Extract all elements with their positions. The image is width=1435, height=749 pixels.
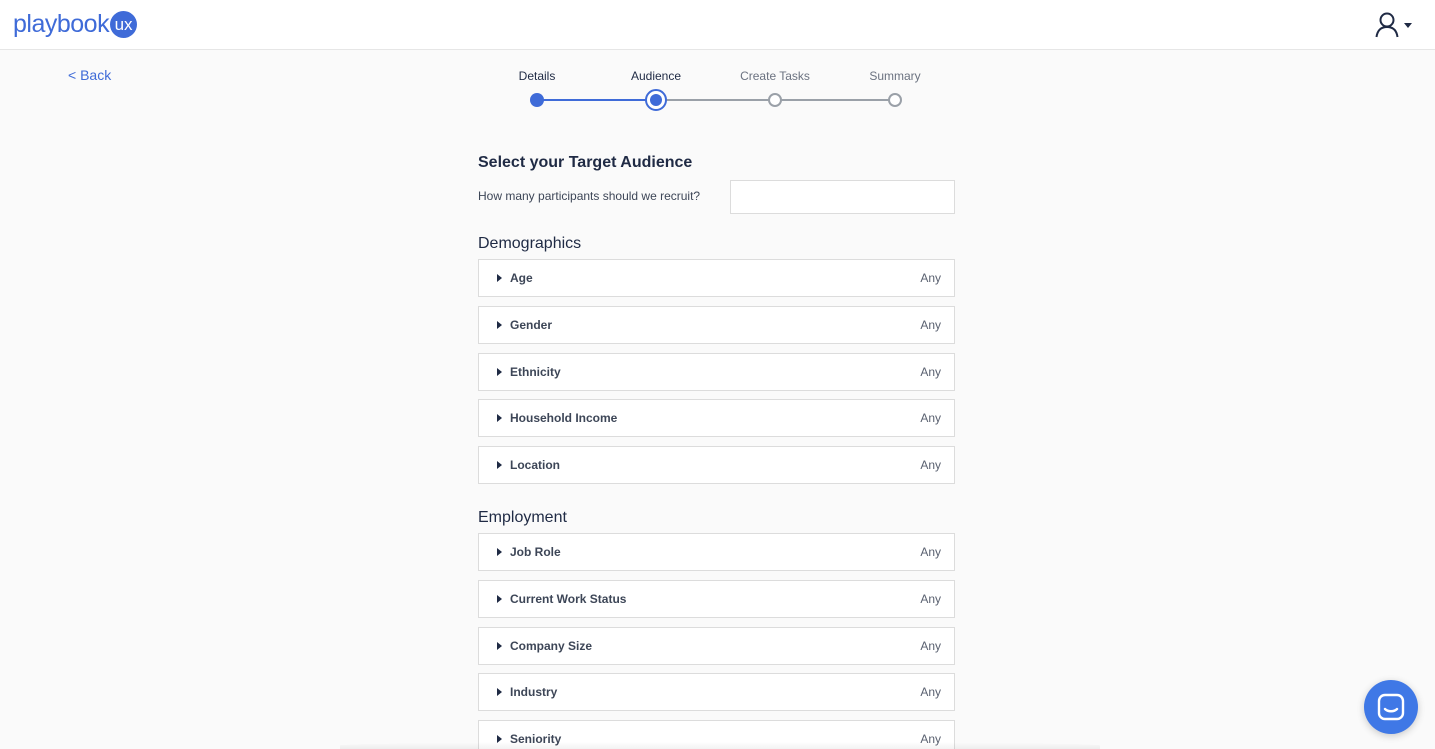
filter-label: Industry [510, 685, 558, 699]
filter-label: Current Work Status [510, 592, 627, 606]
step-label-summary: Summary [869, 69, 921, 83]
step-label-details: Details [518, 69, 556, 83]
filter-row-household-income[interactable]: Household Income Any [478, 399, 955, 437]
filter-value: Any [920, 271, 941, 285]
filter-row-industry[interactable]: Industry Any [478, 673, 955, 711]
caret-right-icon [497, 688, 502, 696]
filter-value: Any [920, 458, 941, 472]
caret-right-icon [497, 461, 502, 469]
step-dot-upcoming[interactable] [768, 93, 782, 107]
step-dot-completed[interactable] [530, 93, 544, 107]
caret-right-icon [497, 368, 502, 376]
filter-label: Company Size [510, 639, 593, 653]
top-bar: playbook ux [0, 0, 1435, 50]
filter-row-age[interactable]: Age Any [478, 259, 955, 297]
participants-input[interactable] [730, 180, 955, 214]
page-title: Select your Target Audience [478, 154, 693, 171]
logo[interactable]: playbook ux [13, 9, 138, 39]
caret-right-icon [497, 274, 502, 282]
filter-label: Gender [510, 318, 553, 332]
filter-row-ethnicity[interactable]: Ethnicity Any [478, 353, 955, 391]
caret-right-icon [497, 548, 502, 556]
recruit-label: How many participants should we recruit? [478, 189, 701, 203]
filter-label: Age [510, 271, 533, 285]
chevron-down-icon [1404, 22, 1412, 28]
filter-value: Any [920, 685, 941, 699]
logo-badge: ux [110, 10, 138, 38]
filter-value: Any [920, 365, 941, 379]
filter-value: Any [920, 545, 941, 559]
step-dot-current-inner [650, 94, 662, 106]
filter-label: Location [510, 458, 560, 472]
filter-row-location[interactable]: Location Any [478, 446, 955, 484]
step-label-create-tasks: Create Tasks [740, 69, 810, 83]
section-title-employment: Employment [478, 509, 567, 526]
filter-row-current-work-status[interactable]: Current Work Status Any [478, 580, 955, 618]
filter-row-company-size[interactable]: Company Size Any [478, 627, 955, 665]
bottom-shadow [340, 742, 1100, 749]
section-title-demographics: Demographics [478, 235, 582, 252]
recruit-row: How many participants should we recruit? [478, 180, 955, 214]
chat-icon [1377, 693, 1405, 721]
user-menu[interactable] [1375, 11, 1415, 39]
step-connector [775, 99, 895, 101]
filter-label: Job Role [510, 545, 561, 559]
back-link[interactable]: < Back [68, 67, 111, 83]
filter-label: Household Income [510, 411, 618, 425]
step-connector [656, 99, 775, 101]
user-icon [1375, 12, 1399, 38]
filter-value: Any [920, 411, 941, 425]
filter-row-gender[interactable]: Gender Any [478, 306, 955, 344]
filter-value: Any [920, 318, 941, 332]
chat-launcher-button[interactable] [1364, 680, 1418, 734]
caret-right-icon [497, 642, 502, 650]
filter-row-job-role[interactable]: Job Role Any [478, 533, 955, 571]
step-dot-upcoming[interactable] [888, 93, 902, 107]
progress-stepper: Details Audience Create Tasks Summary [500, 60, 940, 120]
step-connector [537, 99, 656, 101]
filter-value: Any [920, 639, 941, 653]
logo-text: playbook [13, 10, 110, 38]
filter-label: Ethnicity [510, 365, 561, 379]
caret-right-icon [497, 595, 502, 603]
caret-right-icon [497, 414, 502, 422]
step-dot-current[interactable] [645, 89, 667, 111]
filter-value: Any [920, 592, 941, 606]
step-label-audience: Audience [630, 69, 682, 83]
caret-right-icon [497, 321, 502, 329]
